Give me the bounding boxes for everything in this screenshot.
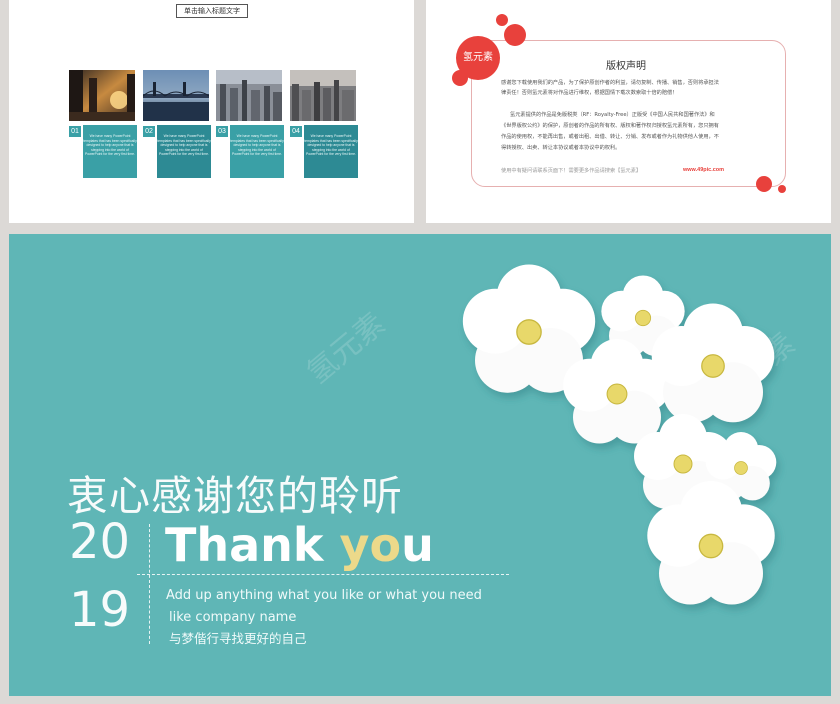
decor-dot	[496, 14, 508, 26]
info-card: We have many PowerPoint templates that h…	[83, 125, 137, 178]
decor-dot	[778, 185, 786, 193]
copyright-text: 作品的使用权，不能再出售，或者出租、出借、转让、分销、发布或者作为礼物供他人使用…	[501, 134, 719, 140]
year-top: 20	[69, 514, 131, 570]
thank-you-part: Thank	[165, 518, 340, 572]
thank-you-heading: Thank you	[165, 518, 434, 572]
subtitle-cn: 与梦偕行寻找更好的自己	[169, 631, 307, 646]
card-number: 04	[290, 126, 302, 137]
watermark: 氢元素	[300, 306, 392, 392]
slide-thank-you[interactable]: 氢元素 氢元素 衷心感谢您的聆听 20 19 Thank you	[9, 234, 831, 696]
brand-badge: 氢元素	[456, 36, 500, 80]
divider-vertical	[149, 524, 150, 644]
photo-city-aerial	[216, 70, 282, 121]
thank-you-highlight: yo	[339, 518, 402, 572]
photo-city-buildings	[290, 70, 356, 121]
card-number: 03	[216, 126, 228, 137]
copyright-footer: 使用中有疑问请联系页面下！需要更多作品请搜索【氢元素】	[501, 168, 642, 174]
copyright-title: 版权声明	[606, 61, 646, 72]
thanks-heading-cn: 衷心感谢您的聆听	[67, 472, 403, 520]
photo-city-street	[69, 70, 135, 121]
slide-thumbnail-copyright[interactable]: 氢元素 版权声明 感谢您下载使用我们的产品，为了保护原创作者的利益，请勿复制、传…	[426, 0, 831, 223]
thank-you-part: u	[401, 518, 434, 572]
info-card: We have many PowerPoint templates that h…	[304, 125, 358, 178]
card-number: 02	[143, 126, 155, 137]
copyright-text: 氢元素提供的作品是免版税类（RF：Royalty-Free）正版受《中国人民共和…	[510, 112, 715, 118]
copyright-text: 感谢您下载使用我们的产品，为了保护原创作者的利益，请勿复制、传播、销售，否则将承…	[501, 80, 719, 86]
copyright-text: 律责任！否则氢元素将对作品进行维权，根据国情下载次数索取十倍的赔偿！	[501, 90, 678, 96]
website-link[interactable]: www.49pic.com	[683, 167, 724, 173]
subtitle-en-line1: Add up anything what you like or what yo…	[166, 588, 482, 603]
slide-thumbnail-cards[interactable]: 单击输入标题文字 01 We have many PowerPoint temp…	[9, 0, 414, 223]
photo-bridge-skyline	[143, 70, 209, 121]
decor-dot	[756, 176, 772, 192]
year-bottom: 19	[69, 582, 131, 638]
divider-horizontal	[137, 574, 509, 575]
copyright-text: 《世界版权公约》的保护，原创者的作品的所有权、版权和著作权归授权氢元素所有，您只…	[501, 123, 719, 129]
info-card: We have many PowerPoint templates that h…	[230, 125, 284, 178]
decor-dot	[504, 24, 526, 46]
subtitle-en-line2: like company name	[169, 610, 297, 625]
flower-decoration	[462, 263, 777, 606]
copyright-text: 得转授权、出卖、转让本协议或者本协议中的权利。	[501, 145, 621, 151]
title-placeholder[interactable]: 单击输入标题文字	[176, 4, 248, 18]
info-card: We have many PowerPoint templates that h…	[157, 125, 211, 178]
card-number: 01	[69, 126, 81, 137]
